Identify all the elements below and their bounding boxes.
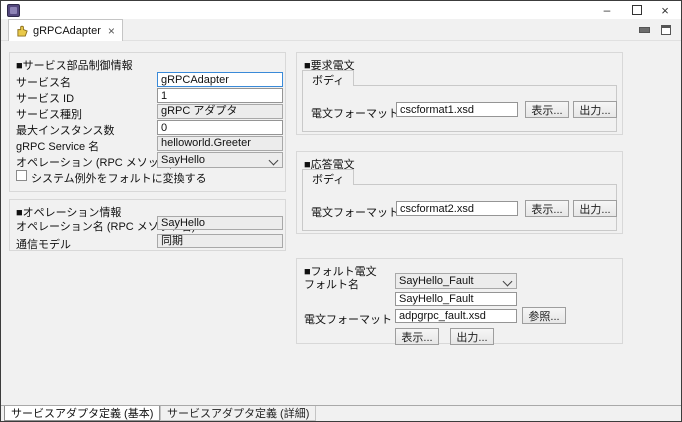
title-bar: – × [1, 1, 681, 19]
response-body-pane: 電文フォーマット 表示... 出力... [302, 184, 617, 231]
service-control-group-title: ■サービス部品制御情報 [16, 57, 133, 73]
view-minimize-icon[interactable] [639, 27, 650, 33]
grpc-service-name-label: gRPC Service 名 [16, 138, 99, 154]
service-name-input[interactable] [157, 72, 283, 87]
operation-method-combo[interactable]: SayHello [157, 152, 283, 168]
view-maximize-icon[interactable] [661, 25, 671, 35]
grpc-service-name-value: helloworld.Greeter [157, 136, 283, 151]
communication-model-label: 通信モデル [16, 236, 71, 252]
fault-output-button[interactable]: 出力... [450, 328, 494, 345]
editor-tab-row: gRPCAdapter × [1, 19, 681, 41]
request-output-button[interactable]: 出力... [573, 101, 617, 118]
fault-browse-button[interactable]: 参照... [522, 307, 566, 324]
request-show-button[interactable]: 表示... [525, 101, 569, 118]
tab-service-adapter-detail[interactable]: サービスアダプタ定義 (詳細) [160, 406, 316, 421]
operation-method-combo-value: SayHello [161, 154, 205, 166]
editor-tab-label: gRPCAdapter [33, 25, 101, 37]
request-format-input[interactable] [396, 102, 518, 117]
response-show-button[interactable]: 表示... [525, 200, 569, 217]
service-type-value: gRPC アダプタ [157, 104, 283, 119]
fault-show-button[interactable]: 表示... [395, 328, 439, 345]
editor-tab-grpcadapter[interactable]: gRPCAdapter × [8, 19, 123, 41]
request-message-group: ■要求電文 ボディ 電文フォーマット 表示... 出力... [296, 52, 623, 135]
app-icon [7, 4, 20, 17]
window-close-button[interactable]: × [653, 1, 677, 19]
fault-message-group: ■フォルト電文 フォルト名 SayHello_Fault 電文フォーマット 参照… [296, 258, 623, 344]
fault-name-combo[interactable]: SayHello_Fault [395, 273, 517, 289]
definition-tab-bar: サービスアダプタ定義 (基本) サービスアダプタ定義 (詳細) [1, 405, 681, 421]
fault-format-label: 電文フォーマット [304, 311, 392, 327]
service-id-input[interactable] [157, 88, 283, 103]
maximize-icon [632, 5, 642, 15]
view-controls [639, 19, 671, 41]
fault-format-input[interactable] [395, 309, 517, 323]
service-control-group: ■サービス部品制御情報 サービス名 サービス ID サービス種別 gRPC アダ… [9, 52, 286, 192]
adapter-icon [16, 25, 29, 37]
request-body-tab[interactable]: ボディ [302, 70, 354, 86]
fault-name-label: フォルト名 [304, 276, 359, 292]
tab-service-adapter-basic[interactable]: サービスアダプタ定義 (基本) [4, 406, 160, 421]
max-instances-label: 最大インスタンス数 [16, 122, 115, 138]
convert-exception-checkbox-label: システム例外をフォルトに変換する [31, 170, 207, 186]
convert-exception-checkbox[interactable] [16, 170, 27, 181]
fault-name-combo-value: SayHello_Fault [399, 275, 474, 287]
editor-area: ■サービス部品制御情報 サービス名 サービス ID サービス種別 gRPC アダ… [1, 41, 681, 421]
response-message-group: ■応答電文 ボディ 電文フォーマット 表示... 出力... [296, 151, 623, 234]
response-body-tab[interactable]: ボディ [302, 169, 354, 185]
response-format-input[interactable] [396, 201, 518, 216]
operation-method-label: オペレーション (RPC メソッド) [16, 154, 173, 170]
operation-info-group: ■オペレーション情報 オペレーション名 (RPC メソッド名) SayHello… [9, 199, 286, 251]
operation-name-value: SayHello [157, 216, 283, 230]
request-body-pane: 電文フォーマット 表示... 出力... [302, 85, 617, 132]
response-format-label: 電文フォーマット [311, 204, 399, 220]
window-minimize-button[interactable]: – [595, 1, 619, 19]
chevron-down-icon [269, 156, 279, 166]
service-id-label: サービス ID [16, 90, 74, 106]
service-name-label: サービス名 [16, 74, 71, 90]
service-type-label: サービス種別 [16, 106, 82, 122]
chevron-down-icon [503, 277, 513, 287]
window-maximize-button[interactable] [625, 1, 649, 19]
tab-close-icon[interactable]: × [108, 25, 115, 37]
max-instances-input[interactable] [157, 120, 283, 135]
fault-name-input[interactable] [395, 292, 517, 306]
request-format-label: 電文フォーマット [311, 105, 399, 121]
app-window: – × gRPCAdapter × ■サービス部品制御情報 サービス名 サービス… [0, 0, 682, 422]
response-output-button[interactable]: 出力... [573, 200, 617, 217]
communication-model-value: 同期 [157, 234, 283, 248]
